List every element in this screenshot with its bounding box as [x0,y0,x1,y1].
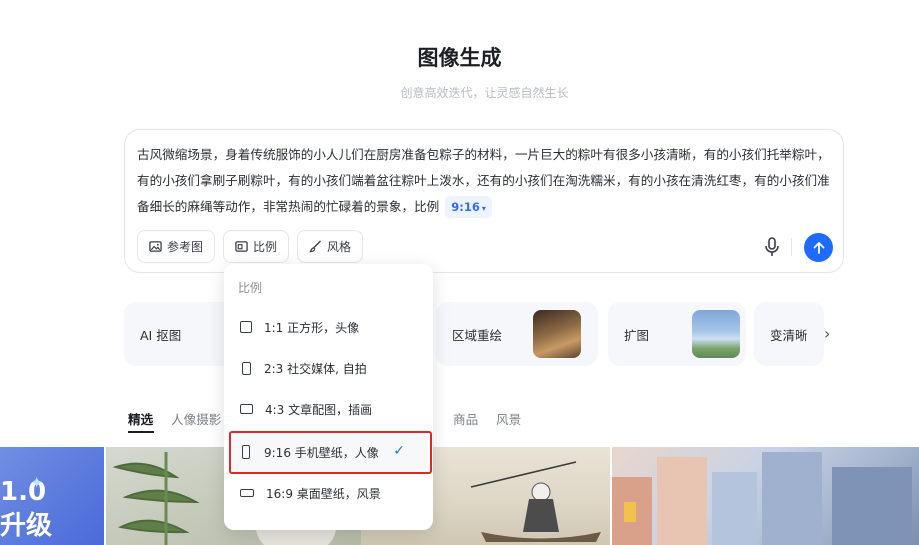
page-title: 图像生成 [417,46,502,70]
portrait-rect-icon [242,361,251,375]
feature-label: 扩图 [624,327,650,343]
ratio-label: 比例 [253,240,278,254]
gallery-banner[interactable]: 1.0 ✦ 升级 [0,447,104,545]
feature-outpaint[interactable]: 扩图 [608,302,746,366]
microphone-icon[interactable] [762,236,782,258]
active-tab-underline [128,431,154,433]
reference-image-button[interactable]: 参考图 [137,230,216,263]
selection-highlight-box [229,431,432,474]
option-label: 2:3 社交媒体, 自拍 [264,361,367,376]
style-label: 风格 [327,240,352,254]
sparkle-icon: ✦ [30,473,44,492]
ratio-option-1-1[interactable]: 1:1 正方形，头像 [224,307,433,347]
prompt-input-box[interactable]: 古风微缩场景，身着传统服饰的小人儿们在厨房准备包粽子的材料，一片巨大的粽叶有很多… [124,129,844,273]
ratio-chip[interactable]: 9:16 ▾ [445,196,492,218]
chevron-right-icon[interactable]: › [824,324,830,343]
option-label: 16:9 桌面壁纸，风景 [266,486,381,501]
gallery-image-city[interactable] [612,447,919,545]
page-subtitle: 创意高效迭代，让灵感自然生长 [400,86,569,100]
banner-text-line2: 升级 [0,511,53,541]
reference-image-label: 参考图 [167,240,204,254]
feature-label: AI 抠图 [140,327,182,343]
option-label: 1:1 正方形，头像 [264,320,360,335]
send-button[interactable] [804,233,833,262]
divider [791,238,792,256]
tab-landscape[interactable]: 风景 [496,409,521,428]
tab-featured[interactable]: 精选 [128,409,153,428]
prompt-text-area[interactable]: 古风微缩场景，身着传统服饰的小人儿们在厨房准备包粽子的材料，一片巨大的粽叶有很多… [137,142,833,220]
option-label: 4:3 文章配图，插画 [265,402,373,417]
image-icon [149,241,162,252]
ratio-dropdown-menu: 比例 1:1 正方形，头像 2:3 社交媒体, 自拍 4:3 文章配图，插画 9… [224,264,433,530]
square-icon [240,321,252,333]
feature-region-repaint[interactable]: 区域重绘 [436,302,598,366]
feature-label: 变清晰 [770,327,808,343]
caret-down-icon: ▾ [481,204,486,213]
ratio-icon [235,241,248,252]
ratio-chip-label: 9:16 [451,200,480,214]
feature-upscale[interactable]: 变清晰 [754,302,824,366]
ratio-option-16-9[interactable]: 16:9 桌面壁纸，风景 [224,473,433,513]
feature-thumbnail [692,310,740,358]
dropdown-header: 比例 [238,281,263,295]
wide-rect-icon [240,489,254,497]
brush-icon [309,240,321,253]
ratio-option-2-3[interactable]: 2:3 社交媒体, 自拍 [224,348,433,388]
ratio-button[interactable]: 比例 [223,230,290,263]
tab-product[interactable]: 商品 [453,409,478,428]
ratio-option-4-3[interactable]: 4:3 文章配图，插画 [224,389,433,429]
arrow-up-icon [813,241,824,254]
style-button[interactable]: 风格 [297,230,364,263]
tab-portrait[interactable]: 人像摄影 [171,409,221,428]
landscape-rect-icon [240,404,253,414]
feature-thumbnail [533,310,581,358]
city-image [612,452,912,545]
feature-label: 区域重绘 [452,327,503,343]
